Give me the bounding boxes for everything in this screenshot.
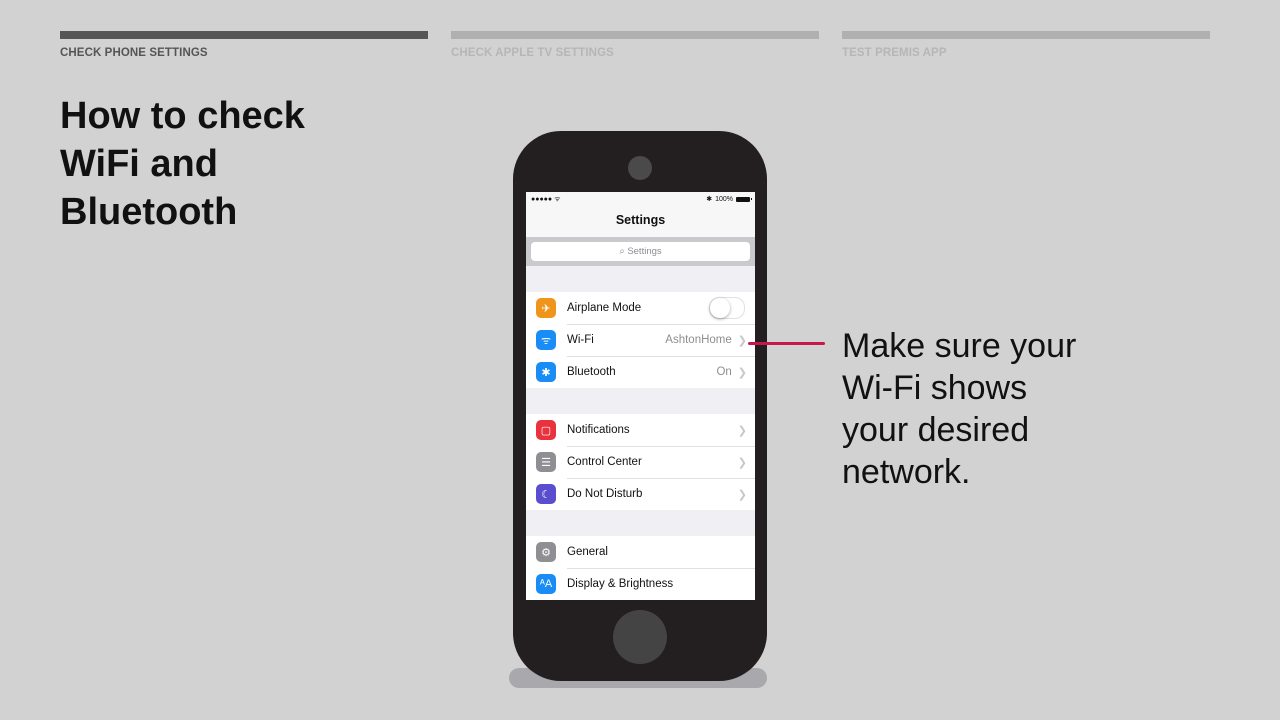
signal-wifi-indicator: ●●●●● ᯤ [531, 195, 561, 203]
settings-row-display-brightness[interactable]: ᴬA Display & Brightness [526, 568, 755, 600]
settings-row-control-center[interactable]: ☰ Control Center ❯ [526, 446, 755, 478]
step-progress-bar [60, 31, 428, 39]
search-placeholder: Settings [627, 246, 662, 257]
phone-screen: ●●●●● ᯤ ✱ 100% Settings ⌕ Settings ✈ Airp… [526, 192, 755, 600]
chevron-right-icon: ❯ [737, 424, 747, 437]
search-icon: ⌕ [619, 246, 625, 257]
step-label: CHECK APPLE TV SETTINGS [451, 47, 614, 59]
nav-title: Settings [526, 206, 755, 237]
chevron-right-icon: ❯ [737, 456, 747, 469]
status-bar: ●●●●● ᯤ ✱ 100% [526, 192, 755, 206]
gear-icon: ⚙ [536, 542, 556, 562]
callout-pointer-line [748, 342, 825, 345]
step-check-phone-settings: CHECK PHONE SETTINGS [60, 31, 428, 59]
notifications-icon: ▢ [536, 420, 556, 440]
step-progress-bar [842, 31, 1210, 39]
chevron-right-icon: ❯ [737, 334, 747, 347]
wifi-icon: ᯤ [536, 330, 556, 350]
bluetooth-icon: ✱ [536, 362, 556, 382]
home-button[interactable] [613, 610, 667, 664]
control-center-icon: ☰ [536, 452, 556, 472]
settings-group: ⚙ General ᴬA Display & Brightness [526, 536, 755, 600]
airplane-icon: ✈ [536, 298, 556, 318]
settings-group: ✈ Airplane Mode ᯤ Wi-Fi AshtonHome ❯ ✱ Bluetoot… [526, 292, 755, 388]
settings-row-notifications[interactable]: ▢ Notifications ❯ [526, 414, 755, 446]
row-label: Control Center [567, 456, 642, 468]
chevron-right-icon: ❯ [737, 488, 747, 501]
step-label: CHECK PHONE SETTINGS [60, 47, 208, 59]
battery-icon [736, 196, 752, 202]
moon-icon: ☾ [536, 484, 556, 504]
search-bar: ⌕ Settings [526, 237, 755, 266]
row-label: Bluetooth [567, 366, 616, 378]
toggle-knob [710, 298, 730, 318]
settings-row-airplane-mode[interactable]: ✈ Airplane Mode [526, 292, 755, 324]
row-label: Do Not Disturb [567, 488, 643, 500]
row-label: Display & Brightness [567, 578, 674, 590]
row-label: Notifications [567, 424, 630, 436]
bluetooth-status-icon: ✱ [706, 196, 713, 203]
page-title: How to check WiFi and Bluetooth [60, 95, 305, 233]
airplane-mode-toggle[interactable] [709, 297, 745, 319]
search-input[interactable]: ⌕ Settings [531, 242, 750, 261]
step-label: TEST PREMIS APP [842, 47, 947, 59]
step-progress-bar [451, 31, 819, 39]
display-icon: ᴬA [536, 574, 556, 594]
settings-row-do-not-disturb[interactable]: ☾ Do Not Disturb ❯ [526, 478, 755, 510]
row-value: AshtonHome [665, 334, 732, 346]
camera-icon [628, 156, 652, 180]
step-check-apple-tv-settings: CHECK APPLE TV SETTINGS [451, 31, 819, 59]
chevron-right-icon: ❯ [737, 366, 747, 379]
battery-percent: 100% [715, 195, 733, 203]
callout-text: Make sure your Wi-Fi shows your desired … [842, 327, 1077, 491]
row-label: Wi-Fi [567, 334, 594, 346]
row-value: On [716, 366, 732, 378]
phone-illustration: ●●●●● ᯤ ✱ 100% Settings ⌕ Settings ✈ Airp… [513, 131, 767, 681]
settings-row-general[interactable]: ⚙ General [526, 536, 755, 568]
settings-row-bluetooth[interactable]: ✱ Bluetooth On ❯ [526, 356, 755, 388]
settings-group: ▢ Notifications ❯ ☰ Control Center ❯ ☾ Do Not D… [526, 414, 755, 510]
row-label: General [567, 546, 608, 558]
row-label: Airplane Mode [567, 302, 642, 314]
step-test-premis-app: TEST PREMIS APP [842, 31, 1210, 59]
settings-row-wi-fi[interactable]: ᯤ Wi-Fi AshtonHome ❯ [526, 324, 755, 356]
